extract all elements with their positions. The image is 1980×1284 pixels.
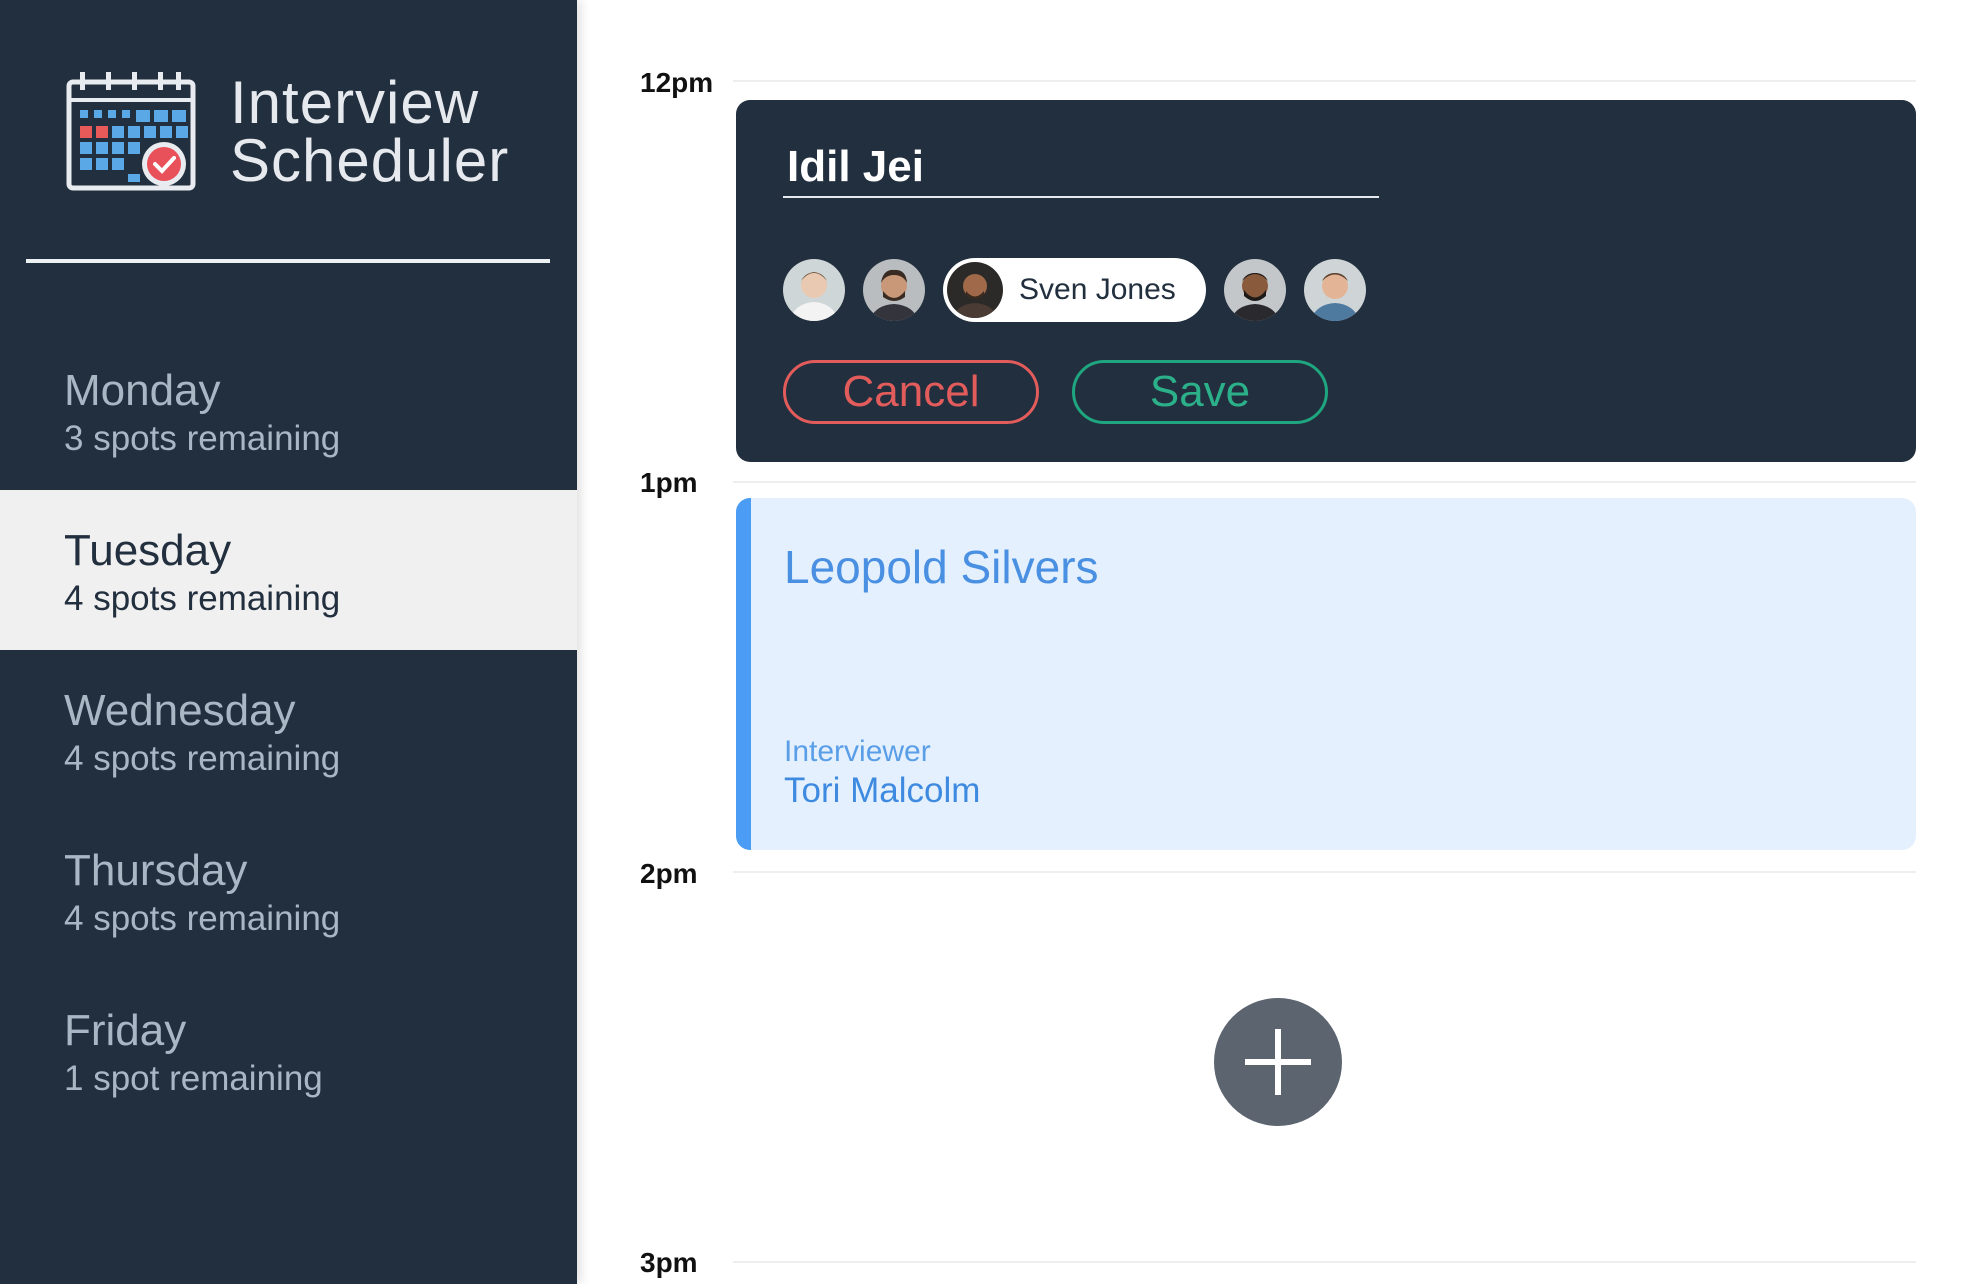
day-item-tuesday[interactable]: Tuesday 4 spots remaining [0,490,577,650]
avatar-image [863,259,925,321]
day-name: Monday [64,366,221,415]
time-label-3pm: 3pm [640,1247,698,1278]
save-button[interactable]: Save [1072,360,1328,424]
hour-divider [733,871,1916,873]
interviewer-avatar[interactable] [1223,259,1286,321]
hour-divider [733,481,1916,483]
appointment-interviewer-label: Interviewer [784,735,931,768]
day-spots: 4 spots remaining [64,899,341,938]
day-name: Thursday [64,846,248,895]
app-title: Interview Scheduler [230,69,510,194]
avatar-image [1223,259,1286,321]
student-name-input[interactable] [783,138,1379,198]
interviewer-list: Sven Jones [783,257,1384,323]
add-appointment-button[interactable] [1214,998,1342,1126]
interviewer-avatar[interactable] [783,259,845,321]
day-list: Monday 3 spots remaining Tuesday 4 spots… [0,330,577,1130]
sidebar: Interview Scheduler Monday 3 spots remai… [0,0,577,1284]
day-spots: 4 spots remaining [64,739,341,778]
interviewer-avatar[interactable] [1303,259,1366,321]
avatar-image [947,262,1003,318]
cancel-button[interactable]: Cancel [783,360,1039,424]
day-name: Friday [64,1006,187,1055]
time-label-2pm: 2pm [640,858,698,889]
appointment-student: Leopold Silvers [784,541,1099,593]
appointment-card[interactable]: Leopold Silvers Interviewer Tori Malcolm [736,498,1916,850]
plus-icon [1245,1029,1311,1095]
selected-interviewer-name: Sven Jones [1019,273,1176,306]
avatar-image [783,259,845,321]
time-label-12pm: 12pm [640,67,714,98]
day-spots: 1 spot remaining [64,1059,323,1098]
day-name: Wednesday [64,686,296,735]
day-name: Tuesday [64,526,232,575]
appointment-form: Sven Jones Cancel [736,100,1916,462]
day-item-thursday[interactable]: Thursday 4 spots remaining [0,810,577,970]
day-item-wednesday[interactable]: Wednesday 4 spots remaining [0,650,577,810]
day-item-monday[interactable]: Monday 3 spots remaining [0,330,577,490]
day-spots: 3 spots remaining [64,419,341,458]
appointment-accent-bar [736,498,751,850]
day-item-friday[interactable]: Friday 1 spot remaining [0,970,577,1130]
interviewer-avatar [947,262,1003,318]
selected-interviewer[interactable]: Sven Jones [943,258,1206,322]
hour-divider [733,1261,1916,1263]
app-title-line2: Scheduler [230,127,510,194]
appointment-interviewer-name: Tori Malcolm [784,771,981,810]
hour-divider [733,80,1916,82]
time-label-1pm: 1pm [640,467,698,498]
calendar-check-icon [66,72,196,191]
sidebar-divider [26,259,550,263]
app-title-line1: Interview [230,69,480,136]
avatar-image [1303,259,1366,321]
day-spots: 4 spots remaining [64,579,341,618]
interviewer-avatar[interactable] [863,259,925,321]
